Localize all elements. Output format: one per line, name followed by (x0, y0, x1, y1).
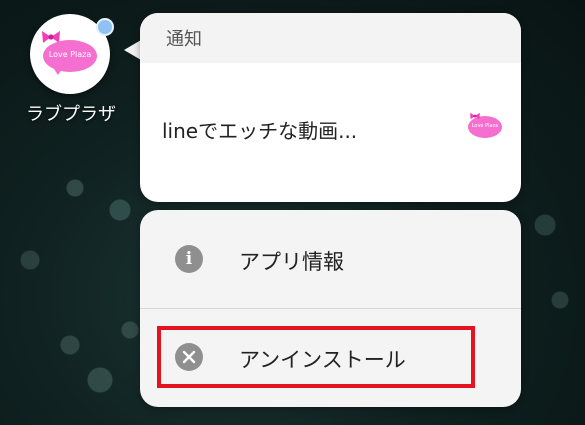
logo-text: Love Plaza (48, 50, 92, 59)
notification-message: lineでエッチな動画... (162, 119, 358, 143)
info-icon: i (175, 245, 203, 273)
menu-item-label: アプリ情報 (239, 250, 344, 274)
notification-item[interactable]: lineでエッチな動画... Love Plaza (140, 63, 521, 202)
notification-thumbnail-icon: Love Plaza (468, 110, 502, 140)
notification-header: 通知 (140, 13, 521, 63)
uninstall-highlight-frame (157, 326, 475, 388)
thumbnail-logo-text: Love Plaza (471, 123, 499, 129)
menu-item-app-info[interactable]: i アプリ情報 (140, 210, 521, 308)
popup-pointer (124, 40, 141, 60)
notification-card[interactable]: 通知 lineでエッチな動画... Love Plaza (140, 13, 521, 202)
notification-dot-badge (96, 18, 114, 36)
app-name-label: ラブプラザ (26, 104, 116, 125)
app-icon-container[interactable]: Love Plaza (30, 14, 116, 100)
notification-header-label: 通知 (166, 29, 202, 50)
bow-icon (470, 112, 480, 120)
logo-bubble-tail (52, 66, 64, 75)
